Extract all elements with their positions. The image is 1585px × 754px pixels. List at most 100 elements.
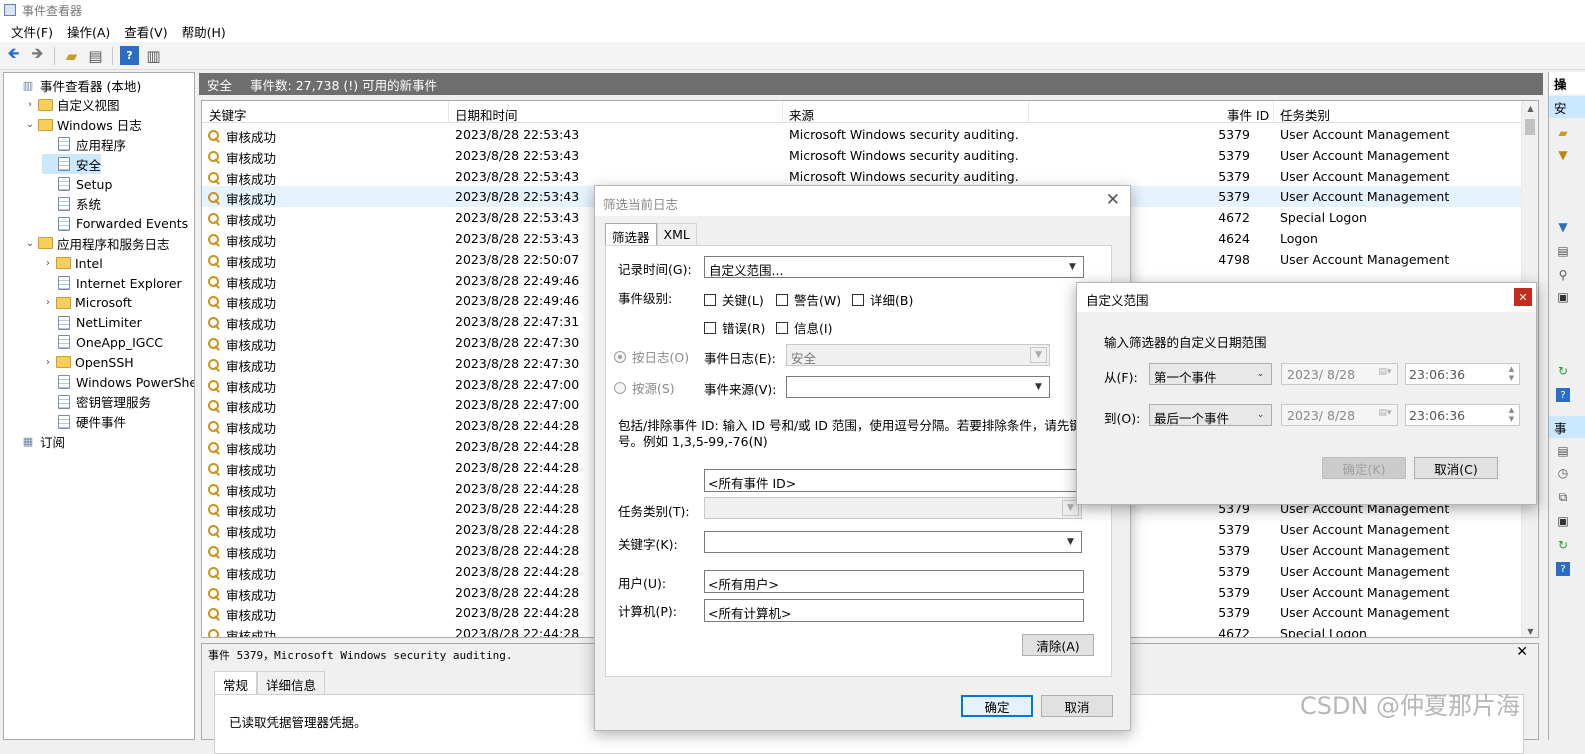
actions-section-security[interactable]: 安 — [1549, 96, 1585, 118]
user-input[interactable]: <所有用户> — [704, 570, 1084, 593]
computer-input[interactable]: <所有计算机> — [704, 599, 1084, 622]
copy-icon[interactable]: ⧉ — [1556, 490, 1570, 504]
tree-item[interactable]: Forwarded Events — [42, 214, 188, 234]
save-selected-icon[interactable]: ▣ — [1556, 514, 1570, 528]
show-hide-tree-icon[interactable]: ▤ — [86, 46, 105, 65]
information-checkbox[interactable]: 信息(I) — [776, 318, 832, 337]
menu-file[interactable]: 文件(F) — [4, 22, 60, 41]
to-select[interactable]: 最后一个事件 ⌄ — [1149, 404, 1272, 426]
tree-item[interactable]: Internet Explorer — [42, 273, 182, 293]
menu-view[interactable]: 查看(V) — [117, 22, 174, 41]
logged-select[interactable]: 自定义范围... ▼ — [704, 256, 1084, 278]
tree-item[interactable]: 硬件事件 — [42, 412, 126, 432]
event-properties-icon[interactable]: ▤ — [1556, 444, 1570, 458]
tab-filter[interactable]: 筛选器 — [605, 223, 657, 246]
column-event-id[interactable]: 事件 ID — [1227, 105, 1269, 124]
tree-item[interactable]: Windows PowerShell — [42, 372, 194, 392]
event-id-input[interactable]: <所有事件 ID> — [704, 469, 1104, 492]
attach-task-icon[interactable]: ◷ — [1556, 466, 1570, 480]
tree-item[interactable]: ▦ 订阅 — [6, 431, 65, 451]
refresh-event-icon[interactable]: ↻ — [1556, 538, 1570, 552]
from-time-input[interactable]: 23:06:36 ▲ ▼ — [1405, 363, 1520, 385]
chevron-down-icon[interactable]: ⌄ — [24, 119, 36, 130]
actions-section-event[interactable]: 事 — [1549, 416, 1585, 438]
event-sources-select[interactable]: ▼ — [786, 376, 1050, 398]
back-arrow-icon[interactable]: 🡸 — [4, 44, 23, 65]
by-log-label: 按日志(O) — [632, 350, 690, 365]
scroll-up-icon[interactable]: ▲ — [1522, 104, 1538, 113]
tree-item[interactable]: ⌄ Windows 日志 — [24, 115, 142, 135]
chevron-right-icon[interactable]: › — [42, 357, 54, 368]
ok-button[interactable]: 确定 — [961, 695, 1033, 717]
event-id: 5379 — [1218, 168, 1250, 184]
critical-checkbox[interactable]: 关键(L) — [704, 290, 764, 309]
error-checkbox[interactable]: 错误(R) — [704, 318, 765, 337]
help-icon[interactable]: ? — [120, 46, 139, 65]
help-action-icon[interactable]: ? — [1556, 388, 1570, 402]
log-icon — [58, 335, 70, 350]
spinner-icon[interactable]: ▲ ▼ — [1505, 365, 1518, 383]
tree-item[interactable]: › OpenSSH — [42, 352, 134, 372]
to-time-input[interactable]: 23:06:36 ▲ ▼ — [1405, 404, 1520, 426]
column-task-category[interactable]: 任务类别 — [1280, 105, 1330, 124]
tree-item[interactable]: NetLimiter — [42, 313, 142, 333]
scrollbar-thumb[interactable] — [1525, 119, 1535, 135]
filter-current-log-icon[interactable]: ▼ — [1556, 220, 1570, 234]
chevron-right-icon[interactable]: › — [42, 258, 54, 269]
close-icon[interactable]: ✕ — [1106, 190, 1120, 210]
tree-item[interactable]: › 自定义视图 — [24, 95, 120, 115]
tree-item[interactable]: ▥ 事件查看器 (本地) — [6, 75, 141, 95]
menu-help[interactable]: 帮助(H) — [175, 22, 233, 41]
chevron-right-icon[interactable]: › — [42, 297, 54, 308]
save-icon[interactable]: ▣ — [1556, 290, 1570, 304]
tree-item[interactable]: OneApp_IGCC — [42, 332, 163, 352]
range-ok-button[interactable]: 确定(K) — [1322, 457, 1406, 479]
close-detail-icon[interactable]: ✕ — [1516, 644, 1528, 660]
event-row[interactable]: 审核成功 2023/8/28 22:53:43 Microsoft Windows … — [202, 124, 1522, 145]
to-date-picker[interactable]: 2023/ 8/28 ▤▾ — [1281, 404, 1398, 426]
column-datetime[interactable]: 日期和时间 — [455, 105, 518, 124]
by-source-radio[interactable]: 按源(S) — [614, 378, 675, 397]
forward-arrow-icon[interactable]: 🡺 — [28, 44, 47, 65]
event-row[interactable]: 审核成功 2023/8/28 22:53:43 Microsoft Windows … — [202, 145, 1522, 166]
refresh-icon[interactable]: ↻ — [1556, 364, 1570, 378]
from-select[interactable]: 第一个事件 ⌄ — [1149, 363, 1272, 385]
task-category-select[interactable]: ▼ — [704, 497, 1082, 519]
warning-checkbox[interactable]: 警告(W) — [776, 290, 841, 309]
clear-button[interactable]: 清除(A) — [1022, 634, 1094, 656]
chevron-down-icon[interactable]: ⌄ — [24, 238, 36, 249]
keywords-select[interactable]: ▼ — [704, 531, 1082, 553]
event-datetime: 2023/8/28 22:44:28 — [455, 522, 580, 538]
chevron-right-icon[interactable]: › — [24, 99, 36, 110]
column-keyword[interactable]: 关键字 — [209, 105, 247, 124]
tree-item[interactable]: 安全 — [42, 154, 102, 175]
filter-icon[interactable]: ▼ — [1556, 148, 1570, 162]
open-log-icon[interactable]: ▰ — [1556, 126, 1570, 140]
event-logs-select[interactable]: 安全 ▼ — [786, 344, 1050, 366]
tree-item[interactable]: ⌄ 应用程序和服务日志 — [24, 233, 170, 253]
open-folder-icon[interactable]: ▰ — [62, 46, 81, 65]
column-source[interactable]: 来源 — [789, 105, 814, 124]
properties-icon[interactable]: ▤ — [1556, 244, 1570, 258]
range-cancel-button[interactable]: 取消(C) — [1414, 457, 1498, 479]
by-log-radio[interactable]: 按日志(O) — [614, 347, 689, 366]
from-date-picker[interactable]: 2023/ 8/28 ▤▾ — [1281, 363, 1398, 385]
tree-item[interactable]: 应用程序 — [42, 134, 126, 154]
find-icon[interactable]: ⚲ — [1556, 268, 1570, 282]
tab-xml[interactable]: XML — [656, 223, 697, 245]
tree-item[interactable]: 密钥管理服务 — [42, 392, 151, 412]
chevron-down-icon: ⌄ — [1256, 410, 1265, 420]
tree-item[interactable]: › Microsoft — [42, 293, 132, 313]
tree-item[interactable]: Setup — [42, 174, 112, 194]
show-action-pane-icon[interactable]: ▥ — [144, 46, 163, 65]
cancel-button[interactable]: 取消 — [1041, 695, 1113, 717]
tree-item[interactable]: › Intel — [42, 253, 103, 273]
verbose-checkbox[interactable]: 详细(B) — [852, 290, 913, 309]
close-icon[interactable]: ✕ — [1514, 288, 1532, 306]
menu-action[interactable]: 操作(A) — [60, 22, 117, 41]
event-row[interactable]: 审核成功 2023/8/28 22:53:43 Microsoft Windows … — [202, 166, 1522, 187]
tree-item[interactable]: 系统 — [42, 194, 101, 214]
scroll-down-icon[interactable]: ▼ — [1522, 627, 1538, 636]
help-event-icon[interactable]: ? — [1556, 562, 1570, 576]
spinner-icon[interactable]: ▲ ▼ — [1505, 406, 1518, 424]
